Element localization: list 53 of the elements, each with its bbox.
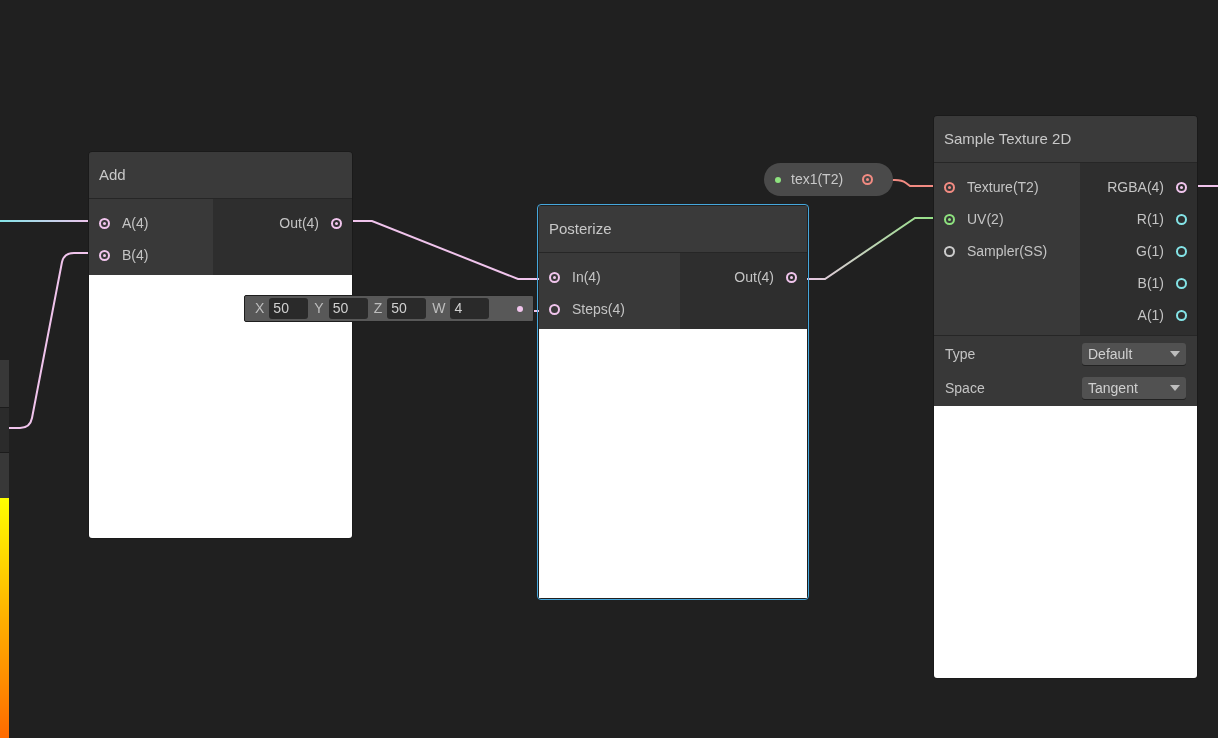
node-title: Add: [99, 164, 126, 185]
axis-label: Y: [314, 299, 324, 318]
port-ring[interactable]: [549, 271, 560, 283]
port-label: Out(4): [734, 267, 774, 287]
node-title: Posterize: [549, 218, 612, 239]
port-label: R(1): [1136, 209, 1164, 229]
port-ring[interactable]: [944, 245, 955, 257]
port-ring[interactable]: [1176, 245, 1187, 257]
connector-dot-icon: [517, 305, 523, 312]
port-label: Sampler(SS): [967, 241, 1048, 261]
port-ring[interactable]: [99, 217, 110, 229]
port-label: RGBA(4): [1107, 177, 1164, 197]
setting-label: Space: [945, 378, 985, 398]
axis-label: Z: [373, 299, 383, 318]
dropdown[interactable]: Default: [1082, 343, 1186, 365]
port-label: A(4): [122, 213, 149, 233]
port-ring[interactable]: [944, 213, 955, 225]
setting-label: Type: [945, 344, 976, 364]
port-ring[interactable]: [944, 181, 955, 193]
number-field[interactable]: 50: [328, 298, 368, 319]
caret-icon: [1170, 351, 1180, 357]
port-label: B(1): [1137, 273, 1164, 293]
number-field[interactable]: 4: [450, 298, 490, 319]
port-label: Texture(T2): [967, 177, 1039, 197]
dropdown[interactable]: Tangent: [1082, 377, 1186, 399]
port-ring[interactable]: [1176, 309, 1187, 321]
port-label: Steps(4): [572, 299, 625, 319]
port-label: UV(2): [967, 209, 1004, 229]
property-label: tex1(T2): [791, 170, 845, 189]
node-title: Sample Texture 2D: [944, 128, 1072, 149]
axis-label: W: [432, 299, 446, 318]
port-ring[interactable]: [1176, 181, 1187, 193]
port-ring[interactable]: [331, 217, 342, 229]
node-card[interactable]: Posterize In(4) Steps(4) Out(4): [537, 204, 809, 600]
port-label: Out(4): [279, 213, 319, 233]
port-label: In(4): [572, 267, 601, 287]
settings-panel: [0, 453, 9, 498]
node-header: [0, 360, 9, 407]
caret-icon: [1170, 385, 1180, 391]
property-pill[interactable]: tex1(T2): [764, 163, 893, 196]
port-ring[interactable]: [786, 271, 797, 283]
port-label: G(1): [1136, 241, 1164, 261]
node-card[interactable]: Sample Texture 2D Texture(T2) UV(2) Sampler(SS) RGBA(4) R(1) G(1) B(1) A(1) Type Default Space Tangent: [933, 115, 1198, 679]
port-ring[interactable]: [99, 249, 110, 261]
port-label: B(4): [122, 245, 149, 265]
port-ring[interactable]: [549, 303, 560, 315]
status-dot-icon: [775, 176, 781, 183]
port-ring[interactable]: [1176, 277, 1187, 289]
number-field[interactable]: 50: [387, 298, 427, 319]
port-ring[interactable]: [1176, 213, 1187, 225]
port-label: A(1): [1137, 305, 1164, 325]
number-field[interactable]: 50: [269, 298, 309, 319]
axis-label: X: [255, 299, 265, 318]
